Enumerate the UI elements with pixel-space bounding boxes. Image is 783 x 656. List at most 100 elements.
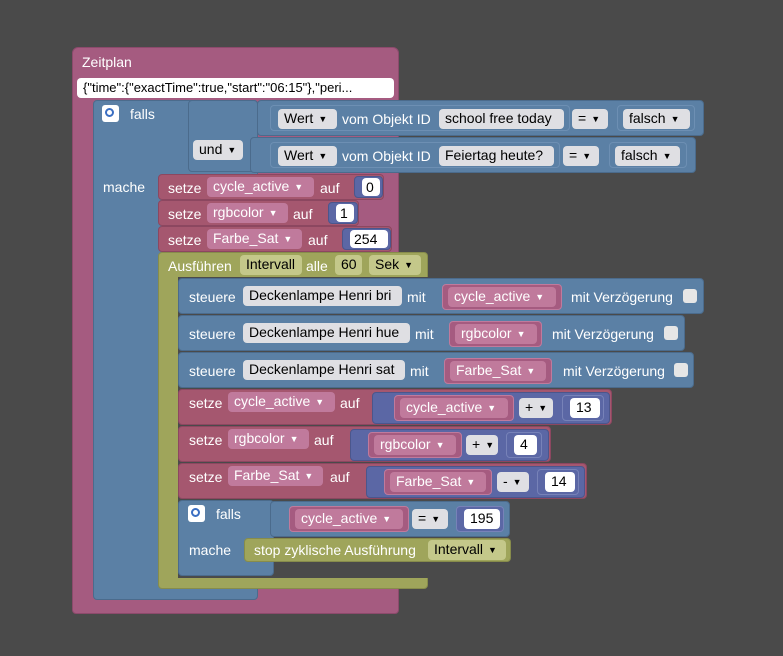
delay-checkbox[interactable]	[683, 289, 697, 303]
delay-checkbox[interactable]	[664, 326, 678, 340]
to-label: auf	[340, 395, 360, 411]
variable-label: rgbcolor	[213, 204, 264, 220]
compare-op-label: =	[578, 110, 587, 126]
compare-op-dropdown[interactable]: = ▼	[412, 509, 448, 529]
chevron-down-icon: ▼	[382, 514, 392, 524]
gear-icon[interactable]	[102, 105, 119, 122]
stop-label: stop zyklische Ausführung	[254, 542, 416, 558]
chevron-down-icon: ▼	[662, 151, 672, 161]
delay-checkbox[interactable]	[674, 363, 688, 377]
number-field[interactable]: 14	[545, 472, 575, 492]
chevron-down-icon: ▼	[227, 145, 237, 155]
chevron-down-icon: ▼	[268, 208, 278, 218]
interval-value-field[interactable]: 60	[335, 255, 362, 275]
variable-label: rgbcolor	[461, 325, 512, 341]
compare-op-dropdown-2[interactable]: = ▼	[563, 146, 599, 166]
variable-dropdown[interactable]: Farbe_Sat ▼	[390, 472, 486, 492]
arith-op-label: +	[525, 399, 534, 415]
number-field[interactable]: 13	[570, 398, 600, 418]
compare-op-label: =	[569, 147, 578, 163]
with-label: mit	[415, 326, 434, 342]
set-label: setze	[189, 432, 223, 448]
and-block[interactable]	[188, 100, 258, 172]
set-label: setze	[168, 206, 202, 222]
variable-dropdown[interactable]: cycle_active ▼	[448, 287, 556, 307]
interval-unit-dropdown[interactable]: Sek ▼	[369, 255, 421, 275]
object-id-field-1[interactable]: school free today	[439, 109, 564, 129]
arith-op-dropdown[interactable]: - ▼	[497, 472, 529, 492]
bool-dropdown-1[interactable]: falsch ▼	[623, 109, 690, 129]
chevron-down-icon: ▼	[315, 397, 325, 407]
interval-name-field[interactable]: Intervall	[240, 255, 302, 275]
number-field[interactable]: 195	[464, 509, 500, 529]
to-label: auf	[330, 469, 350, 485]
variable-label: Farbe_Sat	[456, 362, 522, 378]
arith-op-dropdown[interactable]: + ▼	[466, 435, 498, 455]
object-id-field-2[interactable]: Feiertag heute?	[439, 146, 554, 166]
chevron-down-icon: ▼	[487, 403, 497, 413]
value-type-label: Wert	[284, 110, 314, 126]
variable-label: cycle_active	[301, 510, 378, 526]
chevron-down-icon: ▼	[435, 440, 445, 450]
variable-dropdown[interactable]: Farbe_Sat ▼	[228, 466, 323, 486]
chevron-down-icon: ▼	[318, 151, 328, 161]
variable-label: Farbe_Sat	[396, 473, 462, 489]
arith-op-dropdown[interactable]: + ▼	[519, 398, 553, 418]
arith-op-label: +	[472, 436, 481, 452]
number-field[interactable]: 4	[514, 435, 537, 455]
chevron-down-icon: ▼	[304, 471, 314, 481]
number-field[interactable]: 1	[336, 204, 354, 222]
chevron-down-icon: ▼	[670, 114, 680, 124]
value-type-label: Wert	[284, 147, 314, 163]
variable-dropdown[interactable]: rgbcolor ▼	[455, 324, 537, 344]
stop-interval-dropdown[interactable]: Intervall ▼	[428, 540, 506, 560]
chevron-down-icon: ▼	[582, 151, 592, 161]
variable-dropdown[interactable]: rgbcolor ▼	[228, 429, 309, 449]
interval-unit-label: Sek	[375, 256, 400, 272]
variable-dropdown[interactable]: cycle_active ▼	[400, 398, 508, 418]
chevron-down-icon: ▼	[294, 182, 304, 192]
if-mache-label: mache	[103, 179, 146, 195]
logic-op-dropdown[interactable]: und ▼	[193, 140, 243, 160]
number-field[interactable]: 254	[350, 230, 388, 248]
compare-op-dropdown-1[interactable]: = ▼	[572, 109, 608, 129]
chevron-down-icon: ▼	[538, 403, 548, 413]
variable-label: cycle_active	[213, 178, 290, 194]
set-label: setze	[168, 180, 202, 196]
arith-op-label: -	[503, 473, 508, 489]
chevron-down-icon: ▼	[485, 440, 495, 450]
control-label: steuere	[189, 326, 236, 342]
variable-dropdown[interactable]: rgbcolor ▼	[374, 435, 456, 455]
object-field[interactable]: Deckenlampe Henri bri	[243, 286, 402, 306]
variable-dropdown[interactable]: rgbcolor ▼	[207, 203, 288, 223]
chevron-down-icon: ▼	[318, 114, 328, 124]
object-field[interactable]: Deckenlampe Henri sat	[243, 360, 405, 380]
bool-dropdown-2[interactable]: falsch ▼	[615, 146, 680, 166]
control-label: steuere	[189, 363, 236, 379]
chevron-down-icon: ▼	[526, 366, 536, 376]
to-label: auf	[314, 432, 334, 448]
chevron-down-icon: ▼	[431, 514, 441, 524]
variable-dropdown[interactable]: Farbe_Sat ▼	[207, 229, 302, 249]
object-field[interactable]: Deckenlampe Henri hue	[243, 323, 410, 343]
value-type-dropdown-2[interactable]: Wert ▼	[278, 146, 337, 166]
variable-dropdown[interactable]: cycle_active ▼	[207, 177, 314, 197]
gear-icon[interactable]	[188, 505, 205, 522]
from-object-label-1: vom Objekt ID	[342, 111, 431, 127]
to-label: auf	[308, 232, 328, 248]
stop-interval-label: Intervall	[434, 541, 484, 557]
variable-dropdown[interactable]: cycle_active ▼	[228, 392, 335, 412]
variable-dropdown[interactable]: Farbe_Sat ▼	[450, 361, 546, 381]
delay-label: mit Verzögerung	[563, 363, 665, 379]
variable-label: Farbe_Sat	[234, 467, 300, 483]
value-type-dropdown-1[interactable]: Wert ▼	[278, 109, 337, 129]
chevron-down-icon: ▼	[289, 434, 299, 444]
inner-if-falls-label: falls	[216, 506, 241, 522]
number-field[interactable]: 0	[362, 178, 380, 196]
set-label: setze	[168, 232, 202, 248]
variable-dropdown[interactable]: cycle_active ▼	[295, 509, 403, 529]
if-falls-label: falls	[130, 106, 155, 122]
chevron-down-icon: ▼	[404, 260, 414, 270]
schedule-json-field[interactable]: {"time":{"exactTime":true,"start":"06:15…	[77, 78, 394, 98]
inner-if-mache-label: mache	[189, 542, 232, 558]
